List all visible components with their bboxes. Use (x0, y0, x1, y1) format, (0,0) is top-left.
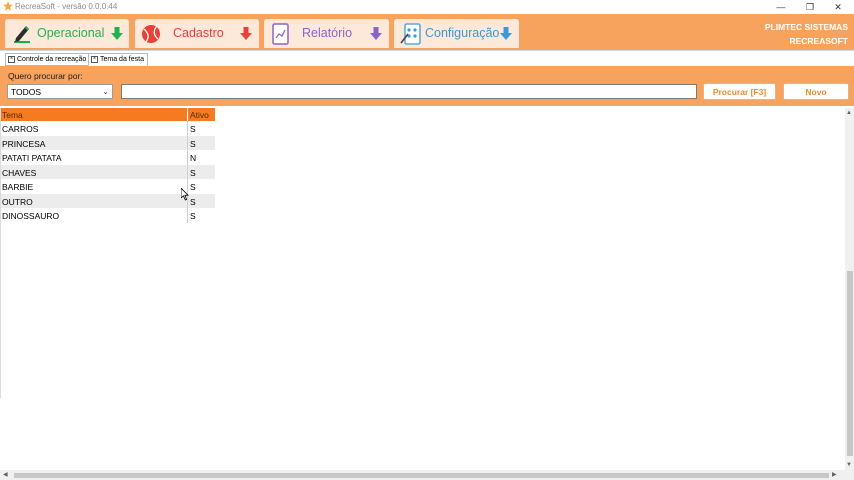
menu-cadastro-label: Cadastro (173, 26, 224, 40)
tab-label: Tema da festa (100, 56, 144, 63)
menu-cadastro[interactable]: Cadastro (135, 19, 259, 48)
report-icon (272, 23, 289, 45)
window-title: RecreaSoft - versão 0.0.0.44 (15, 2, 118, 11)
cell-tema: BARBIE (0, 179, 188, 194)
table-row[interactable]: DINOSSAURO S (0, 208, 215, 223)
search-panel: Quero procurar por: TODOS ⌄ Procurar [F3… (0, 66, 854, 106)
column-header-ativo[interactable]: Ativo (188, 108, 215, 121)
document-tabs: × Controle da recreação × Tema da festa (0, 50, 854, 66)
vertical-scroll-thumb[interactable] (847, 271, 853, 456)
horizontal-scroll-thumb[interactable] (14, 473, 829, 478)
cell-tema: CHAVES (0, 164, 188, 179)
cell-ativo: N (190, 153, 197, 163)
table-row[interactable]: CARROS S (0, 121, 215, 136)
cell-tema: CARROS (0, 121, 188, 136)
cell-ativo: S (190, 138, 196, 149)
search-input[interactable] (121, 84, 697, 99)
table-row[interactable]: PRINCESA S (0, 135, 215, 150)
app-logo-icon (3, 1, 13, 11)
tema-grid: Tema Ativo CARROS S PRINCESA S PATATI PA… (0, 108, 215, 223)
tab-tema-festa[interactable]: × Tema da festa (88, 53, 148, 66)
menu-configuracao-label: Configuração (425, 26, 500, 40)
table-row[interactable]: PATATI PATATA N (0, 150, 215, 165)
new-button[interactable]: Novo (783, 83, 849, 100)
title-bar: RecreaSoft - versão 0.0.0.44 — ❐ ✕ (0, 0, 854, 14)
selected-option: TODOS (11, 87, 42, 97)
cell-ativo: S (190, 182, 196, 192)
scroll-right-icon[interactable]: ▶ (832, 471, 837, 478)
minimize-button[interactable]: — (767, 0, 795, 14)
cell-ativo: S (190, 211, 196, 221)
tab-close-icon[interactable]: × (8, 56, 15, 63)
table-row[interactable]: CHAVES S (0, 164, 215, 179)
cell-tema: PATATI PATATA (0, 150, 188, 165)
cell-ativo: S (190, 196, 196, 207)
scroll-left-icon[interactable]: ◀ (3, 471, 8, 478)
grid-header: Tema Ativo (0, 108, 215, 121)
search-label: Quero procurar por: (8, 71, 83, 81)
settings-icon (400, 23, 421, 45)
menu-relatorio-label: Relatório (302, 26, 353, 40)
menu-relatorio[interactable]: Relatório (264, 19, 389, 48)
scroll-down-icon[interactable]: ▼ (846, 462, 852, 468)
mouse-cursor-icon (181, 188, 189, 201)
cell-tema: OUTRO (0, 193, 188, 208)
ball-icon (142, 25, 160, 43)
product-name: RECREASOFT (789, 36, 848, 46)
main-ribbon: Operacional Cadastro Relatório Configura… (0, 14, 854, 50)
company-name: PLIMTEC SISTEMAS (764, 22, 848, 32)
scroll-up-icon[interactable]: ▲ (846, 110, 852, 116)
arrow-down-icon (240, 27, 252, 40)
maximize-button[interactable]: ❐ (796, 0, 824, 14)
search-button[interactable]: Procurar [F3] (703, 83, 776, 100)
cell-tema: PRINCESA (0, 135, 188, 150)
cell-tema: DINOSSAURO (0, 208, 188, 223)
column-header-tema[interactable]: Tema (0, 108, 188, 121)
horizontal-scrollbar[interactable]: ◀ ▶ (0, 470, 854, 480)
menu-configuracao[interactable]: Configuração (394, 19, 519, 48)
tab-close-icon[interactable]: × (91, 56, 98, 63)
arrow-down-icon (111, 27, 123, 40)
arrow-down-icon (500, 27, 512, 40)
menu-operacional-label: Operacional (37, 26, 105, 40)
tab-controle-recreacao[interactable]: × Controle da recreação (5, 53, 91, 66)
cell-ativo: S (190, 167, 196, 178)
company-info: PLIMTEC SISTEMAS RECREASOFT (765, 20, 848, 48)
cell-ativo: S (190, 124, 196, 134)
chevron-down-icon: ⌄ (102, 87, 109, 96)
arrow-down-icon (370, 27, 382, 40)
menu-operacional[interactable]: Operacional (5, 19, 129, 48)
search-field-select[interactable]: TODOS ⌄ (7, 84, 113, 99)
tab-label: Controle da recreação (17, 56, 87, 63)
close-button[interactable]: ✕ (824, 0, 852, 14)
pencil-icon (14, 26, 30, 43)
vertical-scrollbar[interactable]: ▲ ▼ (845, 108, 854, 470)
grid-left-border (0, 108, 1, 398)
